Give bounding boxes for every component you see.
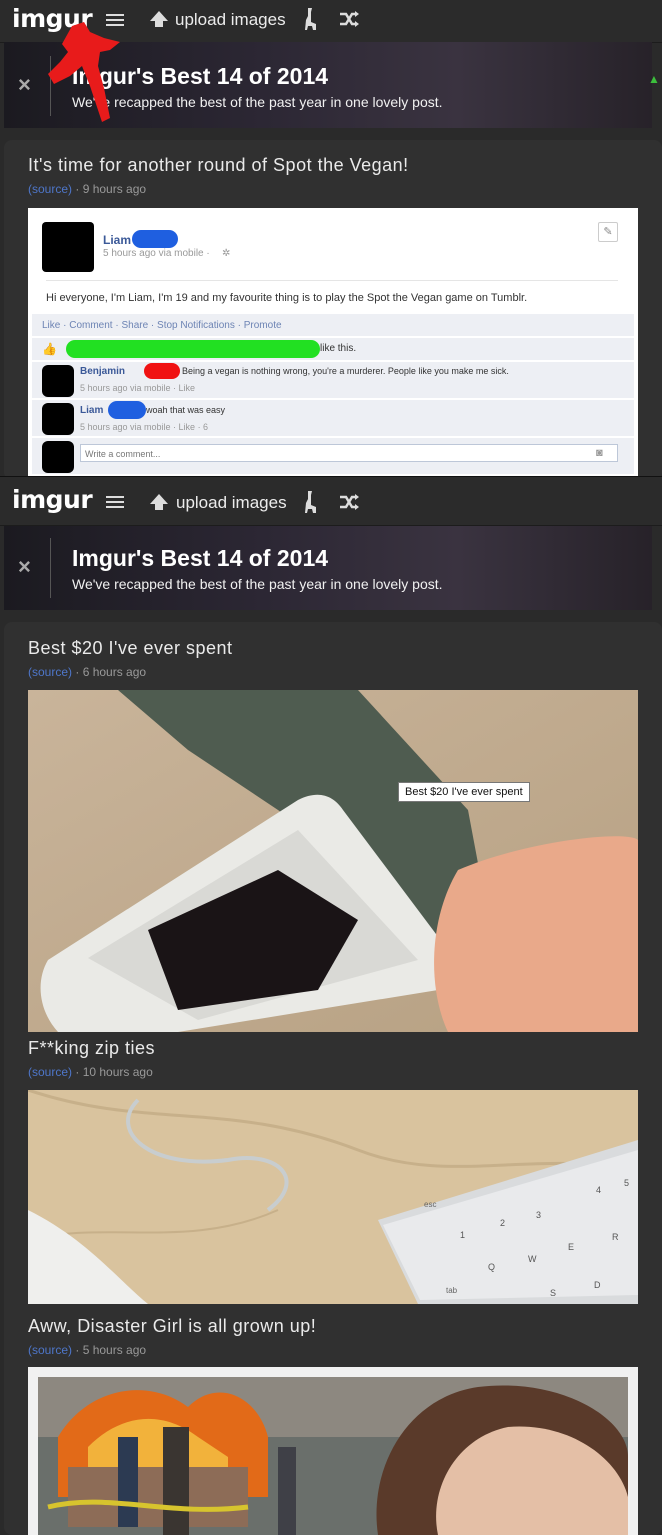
random-shuffle-icon[interactable]	[338, 493, 360, 511]
banner-close-button[interactable]: ×	[18, 554, 31, 580]
upload-images-link[interactable]: upload images	[175, 10, 286, 30]
comment-text: woah that was easy	[146, 405, 226, 415]
fb-comment: Liam woah that was easy 5 hours ago via …	[32, 400, 634, 436]
fb-actions: Like · Comment · Share · Stop Notificati…	[42, 320, 282, 331]
divider	[46, 280, 618, 281]
facebook-screenshot: Liam 5 hours ago via mobile · ✲ ✎ Hi eve…	[28, 208, 638, 478]
upvote-arrow-icon[interactable]: ▲	[648, 72, 660, 86]
gear-icon: ✲	[222, 248, 231, 259]
fb-post-time: 5 hours ago via mobile ·	[103, 248, 210, 259]
red-arrow-annotation	[48, 22, 120, 122]
post-image[interactable]	[28, 1367, 638, 1535]
post-meta: (source) · 9 hours ago	[28, 182, 146, 196]
post-image[interactable]: esc 1 2 3 4 5 Q W E R S D tab	[28, 1090, 638, 1304]
key-3: 3	[536, 1210, 542, 1220]
banner-title[interactable]: Imgur's Best 14 of 2014	[72, 545, 328, 572]
thumbs-up-icon: 👍	[42, 342, 57, 356]
banner-divider	[50, 538, 51, 598]
fb-author-name: Liam	[103, 233, 132, 247]
giraffe-icon[interactable]	[300, 6, 320, 32]
post-title[interactable]: Aww, Disaster Girl is all grown up!	[28, 1316, 316, 1337]
source-link[interactable]: (source)	[28, 665, 72, 679]
fb-comment-composer: Write a comment... ◙	[32, 438, 634, 474]
fb-status-text: Hi everyone, I'm Liam, I'm 19 and my fav…	[46, 292, 528, 304]
lighter-photo	[28, 690, 638, 1032]
comment-meta: 5 hours ago via mobile · Like	[80, 383, 196, 393]
key-d: D	[594, 1280, 601, 1290]
key-4: 4	[596, 1185, 602, 1195]
comment-meta: 5 hours ago via mobile · Like · 6	[80, 422, 209, 432]
post-time: · 6 hours ago	[75, 665, 147, 679]
banner-subtitle: We've recapped the best of the past year…	[72, 576, 443, 592]
fb-likes-row: 👍 like this.	[32, 338, 634, 360]
comment-text: Being a vegan is nothing wrong, you're a…	[182, 366, 509, 376]
source-link[interactable]: (source)	[28, 1343, 72, 1357]
post-image[interactable]: Best $20 I've ever spent	[28, 690, 638, 1032]
avatar	[42, 403, 74, 435]
key-5: 5	[624, 1178, 630, 1188]
key-e: E	[568, 1242, 575, 1252]
fb-likes-suffix: like this.	[320, 343, 357, 354]
post-time: · 10 hours ago	[75, 1065, 153, 1079]
post-time: · 9 hours ago	[75, 182, 147, 196]
key-esc: esc	[424, 1200, 437, 1209]
avatar	[42, 222, 94, 272]
post-meta: (source) · 6 hours ago	[28, 665, 146, 679]
source-link[interactable]: (source)	[28, 1065, 72, 1079]
edit-pencil-icon: ✎	[598, 222, 618, 242]
key-2: 2	[500, 1218, 506, 1228]
comment-author: Benjamin	[80, 366, 126, 377]
key-w: W	[528, 1254, 537, 1264]
key-q: Q	[488, 1262, 496, 1272]
top-nav: imgur upload images	[0, 476, 662, 526]
key-r: R	[612, 1232, 619, 1242]
key-1: 1	[460, 1230, 466, 1240]
keyboard-photo	[28, 1090, 638, 1304]
post-meta: (source) · 5 hours ago	[28, 1343, 146, 1357]
source-link[interactable]: (source)	[28, 182, 72, 196]
redaction-blue	[108, 401, 146, 419]
post-meta: (source) · 10 hours ago	[28, 1065, 153, 1079]
post-title[interactable]: It's time for another round of Spot the …	[28, 155, 409, 176]
banner-close-button[interactable]: ×	[18, 72, 31, 98]
fb-comment: Benjamin Being a vegan is nothing wrong,…	[32, 362, 634, 398]
image-tooltip: Best $20 I've ever spent	[398, 782, 530, 802]
camera-icon: ◙	[596, 447, 603, 459]
key-tab: tab	[446, 1286, 458, 1295]
imgur-logo[interactable]: imgur	[12, 485, 93, 514]
avatar	[42, 365, 74, 397]
post-title[interactable]: Best $20 I've ever spent	[28, 638, 233, 659]
upload-cloud-icon[interactable]	[148, 9, 170, 29]
comment-input: Write a comment...	[80, 444, 618, 462]
random-shuffle-icon[interactable]	[338, 10, 360, 28]
upload-images-link[interactable]: upload images	[176, 493, 287, 513]
fb-action-bar: Like · Comment · Share · Stop Notificati…	[32, 314, 634, 336]
disaster-girl-photo	[38, 1377, 628, 1535]
upload-cloud-icon[interactable]	[148, 492, 170, 512]
comment-author: Liam	[80, 405, 104, 416]
key-s: S	[550, 1288, 557, 1298]
post-time: · 5 hours ago	[75, 1343, 147, 1357]
post-title[interactable]: F**king zip ties	[28, 1038, 155, 1059]
promo-banner: × Imgur's Best 14 of 2014 We've recapped…	[4, 526, 652, 610]
redaction-green	[66, 340, 320, 358]
giraffe-icon[interactable]	[300, 489, 320, 515]
redaction-red	[144, 363, 180, 379]
avatar	[42, 441, 74, 473]
redaction-blue	[132, 230, 178, 248]
menu-icon[interactable]	[106, 496, 124, 508]
